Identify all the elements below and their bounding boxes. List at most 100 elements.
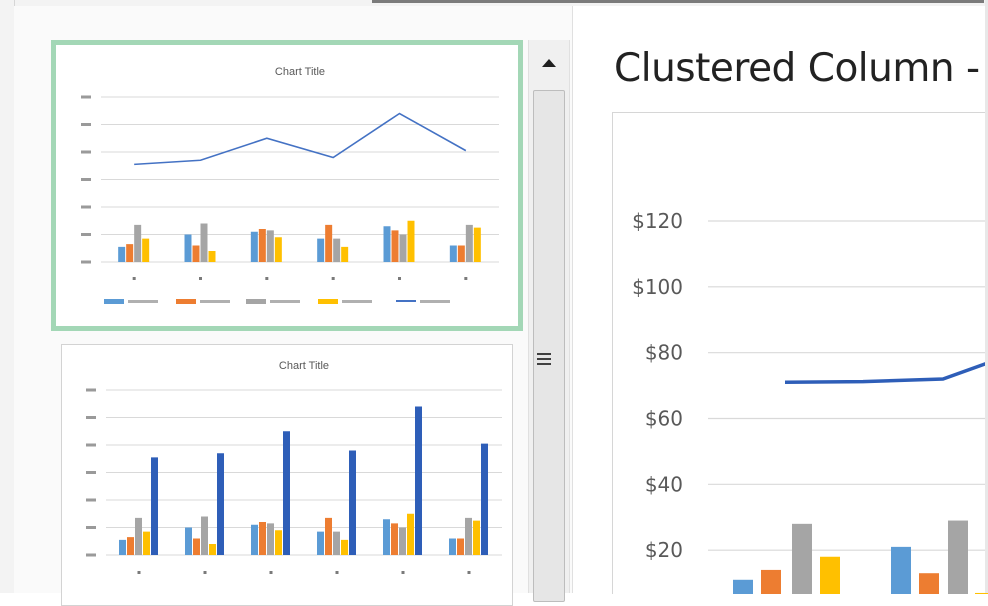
bar (733, 579, 753, 594)
gallery-scrollbar[interactable] (528, 40, 570, 602)
bar (761, 569, 781, 594)
x-tick-label (335, 571, 339, 574)
grip-icon (537, 353, 551, 365)
bar (251, 524, 258, 555)
bar (415, 406, 422, 555)
chart-preview-svg: $20 $40 $60 $80 $100 $120 (632, 209, 988, 594)
bar (919, 573, 939, 594)
bar (274, 237, 282, 262)
preview-title: Clustered Column - (614, 46, 980, 91)
x-tick-label (137, 571, 141, 574)
bar (266, 230, 274, 262)
bar (399, 234, 407, 262)
x-tick-label (464, 277, 468, 280)
bar (142, 238, 150, 262)
y-axis-tick-label: $80 (645, 341, 683, 365)
x-tick-label (199, 277, 202, 280)
bar (948, 520, 968, 594)
bar (820, 556, 840, 594)
bar (325, 517, 332, 555)
scroll-up-button[interactable] (529, 40, 569, 86)
bar (143, 531, 150, 555)
bar (333, 238, 341, 262)
bar (391, 523, 398, 555)
bar (473, 227, 481, 262)
dialog-tab-edge (372, 0, 984, 3)
bar (407, 513, 414, 555)
bar (127, 537, 134, 555)
bar (792, 523, 812, 594)
x-tick-label (398, 277, 401, 280)
bar (325, 224, 333, 262)
bar (975, 592, 988, 594)
legend-label (420, 300, 450, 303)
chart-gallery-pane: Chart Title Chart Title (14, 6, 573, 606)
x-tick-label (331, 277, 335, 280)
bar (135, 517, 142, 555)
bar (341, 246, 349, 262)
bar (119, 539, 126, 555)
bar (891, 546, 911, 594)
series-line (134, 112, 467, 166)
chart-title: Chart Title (279, 360, 329, 372)
bar (399, 527, 406, 555)
legend-label (200, 300, 230, 303)
bar (201, 516, 208, 555)
bar (473, 520, 480, 555)
y-tick-label (81, 205, 91, 209)
y-tick-label (86, 498, 96, 502)
y-tick-label (86, 526, 96, 529)
bar (151, 457, 158, 555)
bar (126, 244, 134, 262)
bar (449, 245, 457, 262)
x-tick-label (401, 571, 405, 574)
y-tick-label (81, 150, 91, 154)
y-tick-label (81, 233, 91, 236)
bar (383, 519, 390, 555)
bar (457, 538, 464, 555)
bar (383, 226, 391, 262)
chart-thumbnail-clustered-column-svg: Chart Title (86, 360, 502, 574)
y-tick-label (86, 471, 96, 474)
bar (134, 224, 142, 262)
bar (267, 523, 274, 555)
y-tick-label (81, 178, 91, 181)
y-axis-tick-label: $40 (645, 472, 683, 496)
scrollbar-thumb[interactable] (533, 90, 565, 602)
x-tick-label (467, 571, 471, 574)
y-tick-label (86, 388, 96, 392)
bar (481, 443, 488, 555)
bar (465, 517, 472, 555)
y-tick-label (81, 260, 91, 264)
y-tick-label (86, 553, 96, 557)
bar (118, 246, 126, 262)
bar (457, 245, 465, 262)
bar (317, 531, 324, 555)
legend-swatch (104, 299, 124, 304)
legend-label (270, 300, 300, 303)
chart-thumbnail-combo-svg: Chart Title (81, 66, 499, 304)
bar (217, 453, 224, 555)
bar (275, 530, 282, 555)
legend-label (342, 300, 372, 303)
y-axis-tick-label: $120 (632, 209, 683, 233)
series-line (784, 361, 988, 385)
bar (341, 539, 348, 555)
bar (259, 522, 266, 555)
x-tick-label (132, 277, 136, 280)
chart-thumbnail-combo[interactable]: Chart Title (51, 40, 523, 331)
legend-swatch (176, 299, 196, 304)
bar (208, 251, 216, 262)
y-tick-label (81, 95, 91, 99)
chart-thumbnail-clustered-column[interactable]: Chart Title (61, 344, 513, 606)
bar (349, 450, 356, 555)
legend-swatch (246, 299, 266, 304)
y-tick-label (86, 443, 96, 447)
bar (200, 223, 208, 262)
bar (184, 234, 192, 262)
bar (449, 538, 456, 555)
bar (193, 538, 200, 555)
bar (258, 229, 266, 262)
bar (185, 527, 192, 555)
bar (283, 431, 290, 555)
